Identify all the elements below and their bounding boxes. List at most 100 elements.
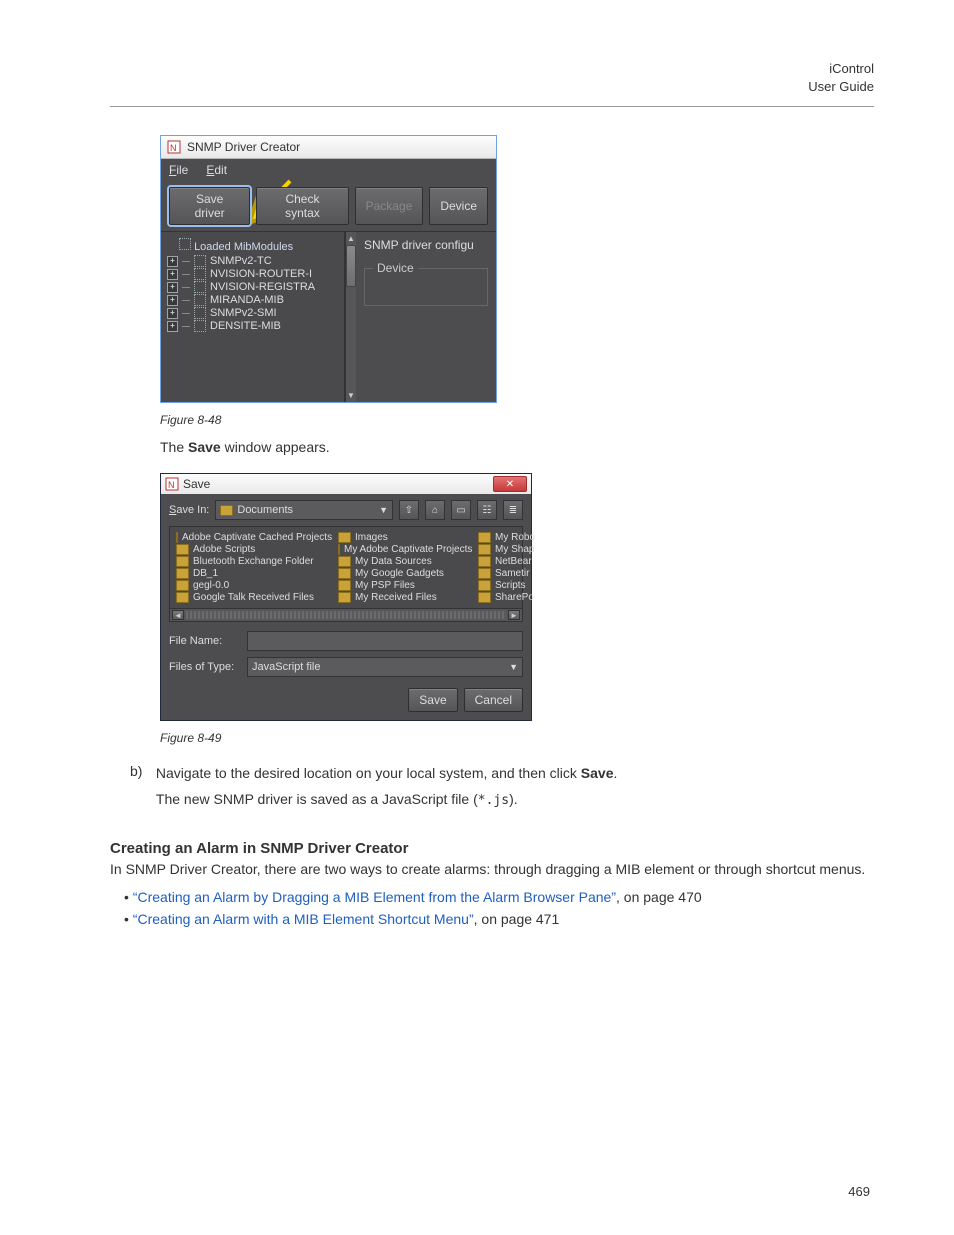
file-name-input[interactable] — [247, 631, 523, 651]
doc-subtitle: User Guide — [110, 78, 874, 96]
scroll-track[interactable] — [186, 611, 506, 619]
menu-edit[interactable]: Edit — [206, 163, 227, 177]
link-suffix: , on page 471 — [474, 911, 560, 927]
files-of-type-combo[interactable]: JavaScript file ▼ — [247, 657, 523, 677]
scroll-left-icon[interactable]: ◄ — [172, 610, 184, 620]
save-in-combo[interactable]: Documents ▼ — [215, 500, 393, 520]
close-button[interactable]: ✕ — [493, 476, 527, 492]
tree-item[interactable]: +NVISION-REGISTRA — [167, 281, 340, 293]
figure-49-caption: Figure 8-49 — [160, 731, 874, 745]
file-item[interactable]: Google Talk Received Files — [176, 592, 326, 603]
folder-icon — [478, 544, 491, 555]
link-create-alarm-dragging[interactable]: Creating an Alarm by Dragging a MIB Elem… — [133, 889, 616, 905]
tree-item[interactable]: +NVISION-ROUTER-I — [167, 268, 340, 280]
window-title-text: SNMP Driver Creator — [187, 140, 300, 154]
page-number: 469 — [848, 1184, 870, 1199]
folder-icon — [338, 568, 351, 579]
tree-item[interactable]: +SNMPv2-SMI — [167, 307, 340, 319]
scroll-right-icon[interactable]: ► — [508, 610, 520, 620]
file-list-pane[interactable]: Adobe Captivate Cached Projects Adobe Sc… — [169, 526, 523, 609]
folder-icon — [176, 556, 189, 567]
mib-tree-panel: Loaded MibModules +SNMPv2-TC +NVISION-RO… — [161, 232, 345, 402]
scroll-thumb[interactable] — [346, 245, 356, 287]
save-dialog-titlebar: N Save ✕ — [161, 474, 531, 494]
scroll-down-icon[interactable]: ▼ — [347, 391, 355, 400]
list-item: Creating an Alarm with a MIB Element Sho… — [124, 911, 874, 927]
file-item[interactable]: gegl-0.0 — [176, 580, 326, 591]
cancel-button[interactable]: Cancel — [464, 688, 523, 712]
config-heading: SNMP driver configu — [364, 238, 488, 252]
running-header: iControl User Guide — [110, 60, 874, 96]
file-list-horizontal-scrollbar[interactable]: ◄ ► — [169, 609, 523, 622]
figure-48-caption: Figure 8-48 — [160, 413, 874, 427]
folder-icon — [338, 580, 351, 591]
home-icon: ⌂ — [432, 505, 438, 516]
file-item[interactable]: My Data Sources — [338, 556, 466, 567]
file-item[interactable]: My Received Files — [338, 592, 466, 603]
file-item[interactable]: Adobe Scripts — [176, 544, 326, 555]
file-item[interactable]: My PSP Files — [338, 580, 466, 591]
save-dialog-title-text: Save — [183, 477, 210, 491]
menu-file[interactable]: File — [169, 163, 188, 177]
up-one-level-icon: ⇧ — [405, 505, 413, 516]
links-list: Creating an Alarm by Dragging a MIB Elem… — [124, 889, 874, 927]
details-view-icon: ≣ — [509, 505, 517, 516]
file-item[interactable]: My Shap — [478, 544, 535, 555]
folder-icon — [220, 505, 233, 516]
list-view-button[interactable]: ☷ — [477, 500, 497, 520]
folder-icon — [478, 592, 491, 603]
step-b-line1: Navigate to the desired location on your… — [156, 765, 870, 781]
scroll-up-icon[interactable]: ▲ — [347, 234, 355, 243]
device-button[interactable]: Device — [429, 187, 488, 225]
details-view-button[interactable]: ≣ — [503, 500, 523, 520]
toolbar: Save driver Check syntax Package Device — [161, 181, 496, 231]
folder-icon — [478, 532, 491, 543]
save-driver-button[interactable]: Save driver — [169, 187, 250, 225]
tree-vertical-scrollbar[interactable]: ▲ ▼ — [345, 232, 356, 402]
file-item[interactable]: DB_1 — [176, 568, 326, 579]
folder-icon — [338, 544, 340, 555]
tree-item[interactable]: +MIRANDA-MIB — [167, 294, 340, 306]
tree-heading: Loaded MibModules — [179, 238, 340, 253]
save-in-label: Save In: — [169, 504, 209, 516]
svg-text:N: N — [168, 480, 175, 490]
file-item[interactable]: My Robo — [478, 532, 535, 543]
file-name-label: File Name: — [169, 635, 241, 647]
section-heading-creating-alarm: Creating an Alarm in SNMP Driver Creator — [110, 840, 874, 857]
file-item[interactable]: Bluetooth Exchange Folder — [176, 556, 326, 567]
close-icon: ✕ — [506, 479, 514, 490]
device-group-label: Device — [373, 261, 418, 275]
link-create-alarm-shortcut[interactable]: Creating an Alarm with a MIB Element Sho… — [133, 911, 474, 927]
folder-icon — [176, 568, 189, 579]
step-b-label: b) — [130, 763, 152, 779]
home-button[interactable]: ⌂ — [425, 500, 445, 520]
package-button[interactable]: Package — [355, 187, 424, 225]
new-folder-button[interactable]: ▭ — [451, 500, 471, 520]
chevron-down-icon: ▼ — [379, 505, 388, 515]
file-item[interactable]: My Google Gadgets — [338, 568, 466, 579]
file-item[interactable]: My Adobe Captivate Projects — [338, 544, 466, 555]
chevron-down-icon: ▼ — [509, 662, 518, 672]
save-dialog-window: N Save ✕ Save In: Documents ▼ ⇧ ⌂ ▭ ☷ ≣ — [160, 473, 532, 721]
section-intro-paragraph: In SNMP Driver Creator, there are two wa… — [110, 861, 874, 877]
file-item[interactable]: Images — [338, 532, 466, 543]
file-item[interactable]: Scripts — [478, 580, 535, 591]
file-item[interactable]: Sametir — [478, 568, 535, 579]
tree-item[interactable]: +DENSITE-MIB — [167, 320, 340, 332]
folder-icon — [478, 580, 491, 591]
app-icon: N — [167, 140, 181, 154]
link-suffix: , on page 470 — [616, 889, 702, 905]
tree-item[interactable]: +SNMPv2-TC — [167, 255, 340, 267]
file-item[interactable]: NetBear — [478, 556, 535, 567]
save-button[interactable]: Save — [408, 688, 457, 712]
file-item[interactable]: Adobe Captivate Cached Projects — [176, 532, 326, 543]
up-one-level-button[interactable]: ⇧ — [399, 500, 419, 520]
folder-icon — [478, 556, 491, 567]
check-syntax-button[interactable]: Check syntax — [256, 187, 348, 225]
folder-icon — [176, 544, 189, 555]
step-b-line2: The new SNMP driver is saved as a JavaSc… — [156, 791, 870, 808]
folder-icon — [478, 568, 491, 579]
device-groupbox: Device — [364, 268, 488, 306]
list-item: Creating an Alarm by Dragging a MIB Elem… — [124, 889, 874, 905]
file-item[interactable]: SharePo — [478, 592, 535, 603]
